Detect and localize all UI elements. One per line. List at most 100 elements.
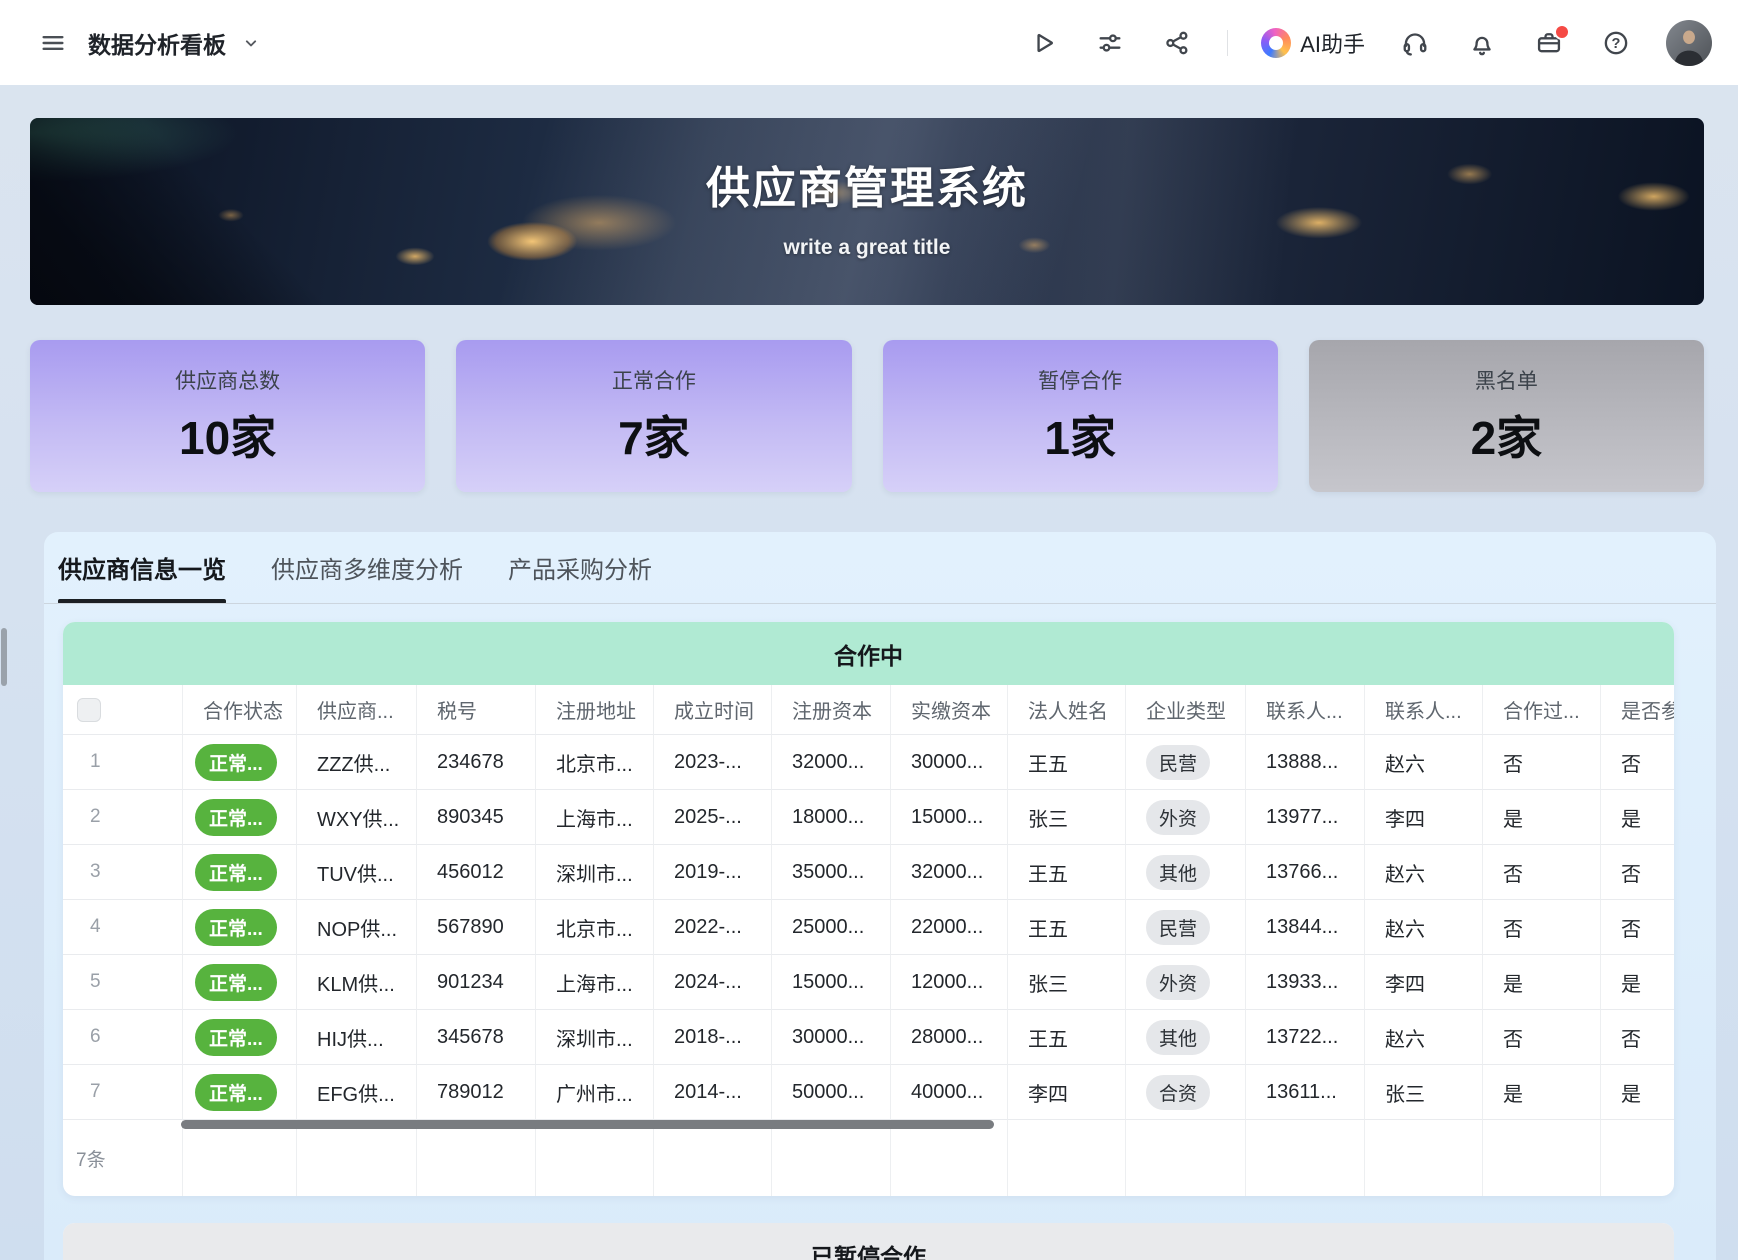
table-cell[interactable]: ZZZ供... [297,735,417,790]
table-cell[interactable]: 张三 [1008,790,1126,845]
table-cell[interactable]: 外资 [1126,955,1246,1010]
column-header-11[interactable]: 联系人... [1365,685,1483,735]
table-cell[interactable]: 234678 [417,735,536,790]
table-cell[interactable]: 2024-... [654,955,772,1010]
table-cell[interactable]: 567890 [417,900,536,955]
inbox-icon[interactable] [1532,26,1566,60]
table-cell[interactable]: 广州市... [536,1065,654,1120]
table-row[interactable]: 5正常...KLM供...901234上海市...2024-...15000..… [63,955,1674,1010]
table-cell[interactable]: 12000... [891,955,1008,1010]
table-cell[interactable]: 王五 [1008,900,1126,955]
table-cell[interactable]: 正常... [183,900,297,955]
column-header-2[interactable]: 供应商... [297,685,417,735]
table-cell[interactable]: 13766... [1246,845,1365,900]
table-cell[interactable]: 王五 [1008,1010,1126,1065]
column-header-5[interactable]: 成立时间 [654,685,772,735]
hamburger-menu-icon[interactable] [36,26,70,60]
table-cell[interactable]: 否 [1483,735,1601,790]
page-title[interactable]: 数据分析看板 [88,26,226,60]
tab-procurement-analysis[interactable]: 产品采购分析 [508,542,652,600]
column-header-9[interactable]: 企业类型 [1126,685,1246,735]
table-cell[interactable]: 是 [1601,1065,1674,1120]
table-cell[interactable]: 否 [1601,845,1674,900]
column-header-7[interactable]: 实缴资本 [891,685,1008,735]
table-cell[interactable]: 赵六 [1365,735,1483,790]
table-cell[interactable]: NOP供... [297,900,417,955]
table-cell[interactable]: 深圳市... [536,845,654,900]
table-cell[interactable]: 40000... [891,1065,1008,1120]
table-row[interactable]: 3正常...TUV供...456012深圳市...2019-...35000..… [63,845,1674,900]
column-header-8[interactable]: 法人姓名 [1008,685,1126,735]
table-cell[interactable]: 2018-... [654,1010,772,1065]
table-row[interactable]: 4正常...NOP供...567890北京市...2022-...25000..… [63,900,1674,955]
column-header-4[interactable]: 注册地址 [536,685,654,735]
table-cell[interactable]: 上海市... [536,955,654,1010]
table-cell[interactable]: 901234 [417,955,536,1010]
table-cell[interactable]: 正常... [183,1065,297,1120]
table-cell[interactable]: 13722... [1246,1010,1365,1065]
table-cell[interactable]: 合资 [1126,1065,1246,1120]
table-cell[interactable]: TUV供... [297,845,417,900]
table-cell[interactable]: HIJ供... [297,1010,417,1065]
table-horizontal-scrollbar[interactable] [181,1120,994,1129]
table-cell[interactable]: 李四 [1365,790,1483,845]
table-cell[interactable]: 30000... [772,1010,891,1065]
table-cell[interactable]: 2014-... [654,1065,772,1120]
column-header-3[interactable]: 税号 [417,685,536,735]
table-cell[interactable]: 其他 [1126,845,1246,900]
table-cell[interactable]: 民营 [1126,735,1246,790]
tab-supplier-overview[interactable]: 供应商信息一览 [58,542,226,600]
table-cell[interactable]: 35000... [772,845,891,900]
table-cell[interactable]: 赵六 [1365,900,1483,955]
table-cell[interactable]: 22000... [891,900,1008,955]
table-cell[interactable]: 25000... [772,900,891,955]
table-cell[interactable]: 18000... [772,790,891,845]
table-cell[interactable]: 32000... [772,735,891,790]
table-cell[interactable]: 民营 [1126,900,1246,955]
table-cell[interactable]: 北京市... [536,900,654,955]
table-cell[interactable]: 是 [1483,955,1601,1010]
help-icon[interactable]: ? [1599,26,1633,60]
table-cell[interactable]: 李四 [1365,955,1483,1010]
play-icon[interactable] [1026,26,1060,60]
table-cell[interactable]: 其他 [1126,1010,1246,1065]
table-cell[interactable]: 789012 [417,1065,536,1120]
table-cell[interactable]: 28000... [891,1010,1008,1065]
table-cell[interactable]: EFG供... [297,1065,417,1120]
table-cell[interactable]: 2025-... [654,790,772,845]
table-row[interactable]: 7正常...EFG供...789012广州市...2014-...50000..… [63,1065,1674,1120]
table-cell[interactable]: 否 [1483,900,1601,955]
user-avatar[interactable] [1666,20,1712,66]
table-cell[interactable]: 正常... [183,735,297,790]
column-header-12[interactable]: 合作过... [1483,685,1601,735]
sliders-icon[interactable] [1093,26,1127,60]
table-cell[interactable]: 正常... [183,790,297,845]
table-cell[interactable]: 456012 [417,845,536,900]
table-cell[interactable]: 否 [1601,900,1674,955]
column-header-13[interactable]: 是否参 [1601,685,1674,735]
table-cell[interactable]: 是 [1601,790,1674,845]
tab-supplier-analysis[interactable]: 供应商多维度分析 [271,542,463,600]
table-cell[interactable]: 15000... [772,955,891,1010]
table-row[interactable]: 6正常...HIJ供...345678深圳市...2018-...30000..… [63,1010,1674,1065]
checkbox-unchecked-icon[interactable] [77,698,101,722]
headset-icon[interactable] [1398,26,1432,60]
table-cell[interactable]: 890345 [417,790,536,845]
table-cell[interactable]: 深圳市... [536,1010,654,1065]
table-cell[interactable]: 50000... [772,1065,891,1120]
table-cell[interactable]: WXY供... [297,790,417,845]
table-cell[interactable]: 13888... [1246,735,1365,790]
table-cell[interactable]: 李四 [1008,1065,1126,1120]
share-icon[interactable] [1160,26,1194,60]
table-cell[interactable]: 是 [1483,790,1601,845]
table-cell[interactable]: 张三 [1008,955,1126,1010]
table-cell[interactable]: 345678 [417,1010,536,1065]
table-cell[interactable]: 2023-... [654,735,772,790]
select-all-cell[interactable] [63,685,183,735]
table-row[interactable]: 1正常...ZZZ供...234678北京市...2023-...32000..… [63,735,1674,790]
column-header-1[interactable]: 合作状态 [183,685,297,735]
ai-assistant-button[interactable]: AI助手 [1261,27,1365,59]
table-cell[interactable]: 15000... [891,790,1008,845]
table-cell[interactable]: 正常... [183,1010,297,1065]
table-cell[interactable]: 否 [1483,1010,1601,1065]
